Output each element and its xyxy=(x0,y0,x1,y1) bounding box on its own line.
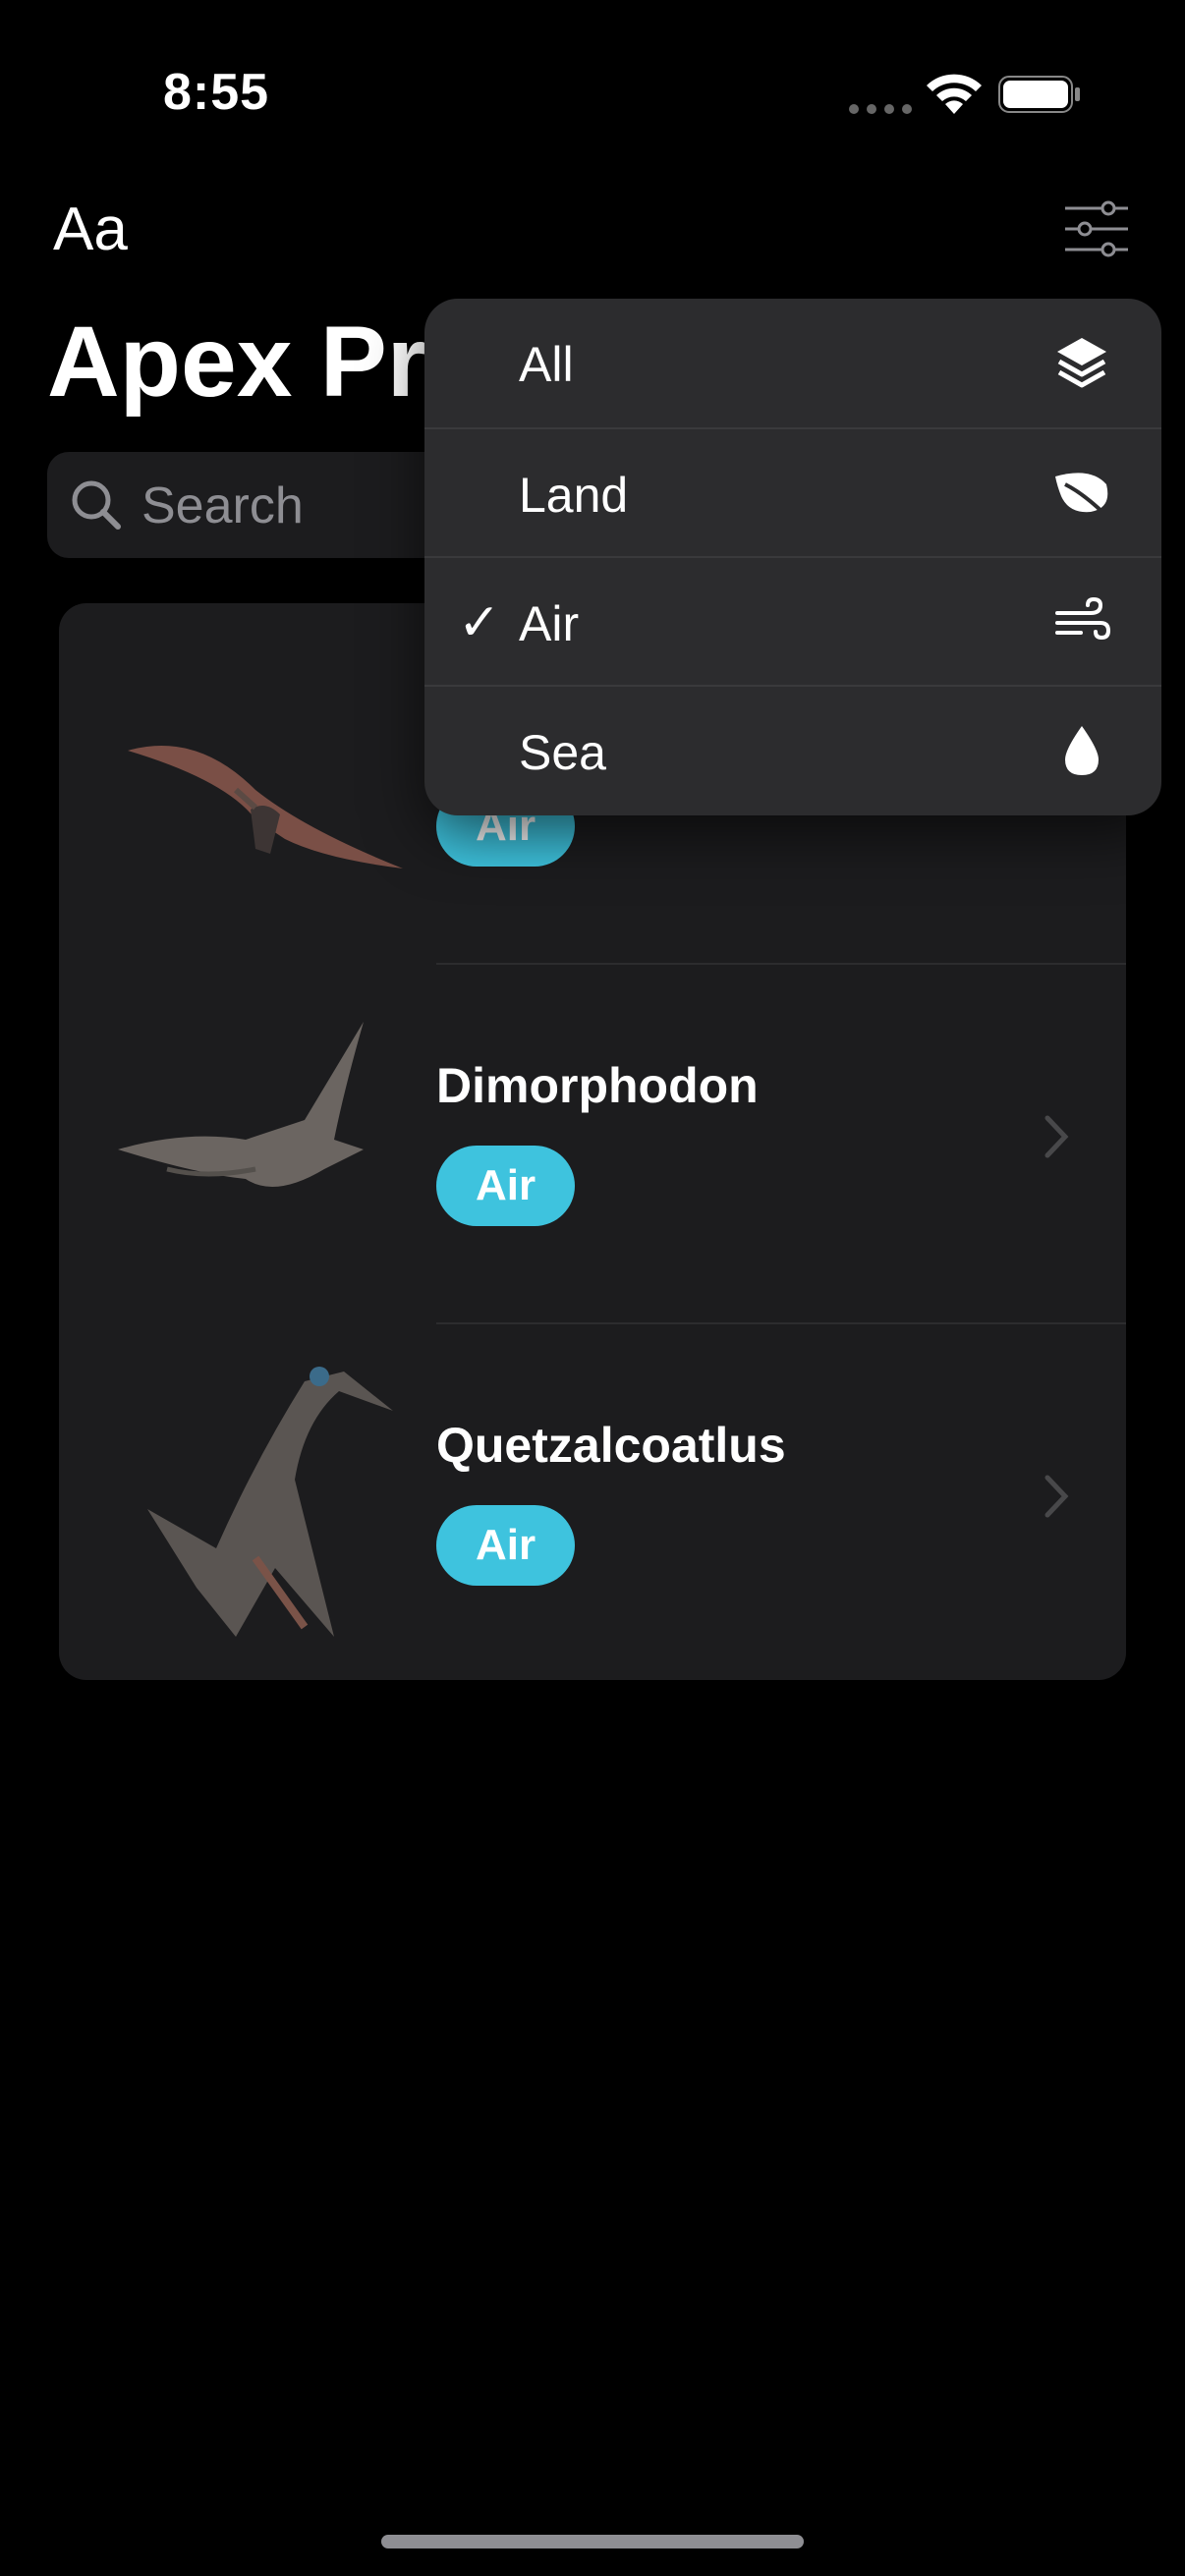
leaf-icon xyxy=(1055,473,1110,520)
cellular-signal-icon xyxy=(849,104,912,114)
menu-item-all[interactable]: All xyxy=(424,299,1161,427)
row-divider xyxy=(436,1322,1126,1324)
chevron-right-icon xyxy=(1044,1115,1069,1158)
font-size-button[interactable]: Aa xyxy=(53,195,128,264)
page-title: Apex Predators xyxy=(47,306,460,418)
checkmark-icon: ✓ xyxy=(458,594,501,651)
chevron-right-icon xyxy=(1044,1475,1069,1518)
dimorphodon-image xyxy=(118,1022,364,1187)
list-item[interactable]: Dimorphodon Air xyxy=(59,963,1126,1322)
quetzalcoatlus-image xyxy=(147,1367,393,1637)
menu-item-land[interactable]: Land xyxy=(424,427,1161,556)
menu-item-label: Sea xyxy=(519,725,606,780)
item-name: Dimorphodon xyxy=(436,1058,759,1113)
screen: 8:55 Aa Apex Predators xyxy=(0,0,1185,2576)
type-badge: Air xyxy=(436,1505,576,1586)
stack-icon xyxy=(1057,338,1106,388)
pteranodon-image xyxy=(128,746,403,868)
menu-item-air[interactable]: ✓ Air xyxy=(424,556,1161,685)
battery-icon xyxy=(998,76,1080,113)
filter-menu: All Land ✓ Air Sea xyxy=(424,299,1161,815)
wind-icon xyxy=(1055,596,1111,641)
status-time: 8:55 xyxy=(163,64,270,121)
menu-item-label: Land xyxy=(519,468,629,523)
wifi-icon xyxy=(927,74,982,114)
home-indicator[interactable] xyxy=(381,2535,804,2548)
menu-item-label: Air xyxy=(519,596,580,651)
row-divider xyxy=(436,963,1126,965)
item-name: Quetzalcoatlus xyxy=(436,1418,786,1473)
search-icon xyxy=(72,480,121,530)
menu-item-label: All xyxy=(519,337,574,392)
menu-item-sea[interactable]: Sea xyxy=(424,685,1161,813)
type-badge: Air xyxy=(436,1146,576,1226)
list-item[interactable]: Quetzalcoatlus Air xyxy=(59,1322,1126,1680)
drop-icon xyxy=(1065,726,1099,775)
filter-sliders-icon[interactable] xyxy=(1061,200,1132,257)
